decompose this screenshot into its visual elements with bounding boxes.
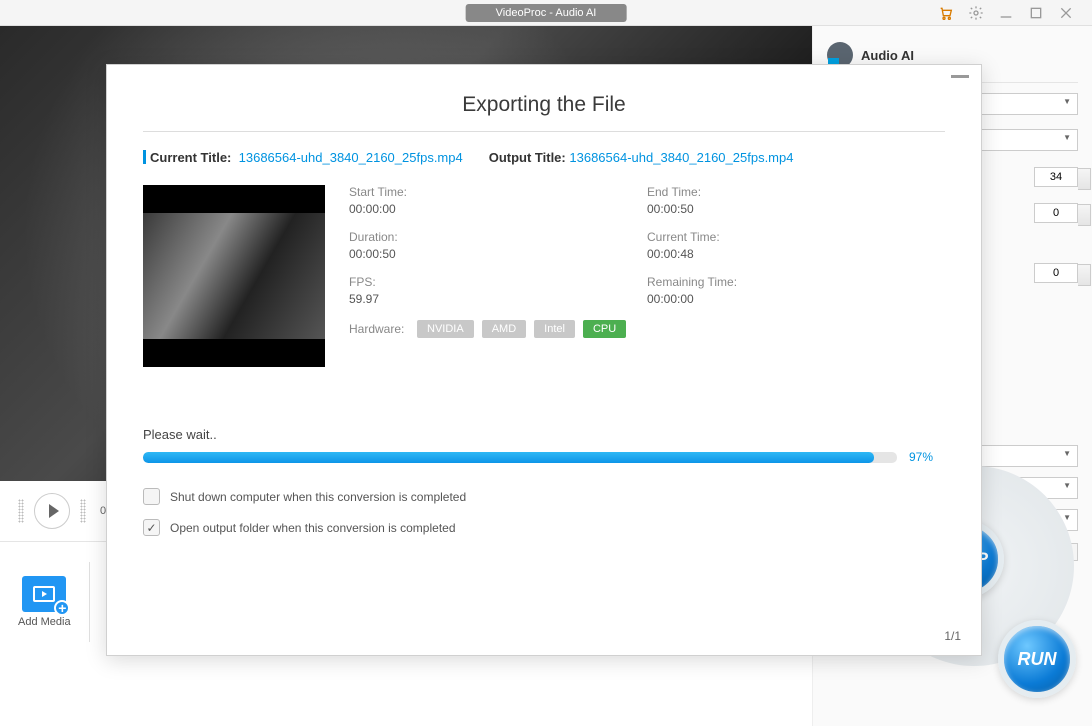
minimize-icon[interactable]: [998, 5, 1014, 21]
page-counter: 1/1: [944, 629, 961, 643]
maximize-icon[interactable]: [1028, 5, 1044, 21]
titlebar: VideoProc - Audio AI: [0, 0, 1092, 26]
current-time-label: Current Time:: [647, 230, 945, 244]
export-thumbnail: [143, 185, 325, 367]
output-title-label: Output Title:: [489, 150, 566, 165]
gear-icon[interactable]: [968, 5, 984, 21]
remaining-time-label: Remaining Time:: [647, 275, 945, 289]
progress-bar: [143, 452, 897, 463]
play-button[interactable]: [34, 493, 70, 529]
progress-fill: [143, 452, 874, 463]
current-time-value: 00:00:48: [647, 247, 945, 261]
end-time-value: 00:00:50: [647, 202, 945, 216]
right-panel-title: Audio AI: [861, 48, 914, 63]
open-folder-label: Open output folder when this conversion …: [170, 521, 456, 535]
output-title-value: 13686564-uhd_3840_2160_25fps.mp4: [569, 150, 793, 165]
add-media-icon: +: [22, 576, 66, 612]
export-dialog: Exporting the File Current Title: 136865…: [106, 64, 982, 656]
open-folder-checkbox[interactable]: [143, 519, 160, 536]
start-time-label: Start Time:: [349, 185, 647, 199]
hw-chip-intel: Intel: [534, 320, 575, 338]
run-button[interactable]: RUN: [998, 620, 1076, 698]
value-spinner[interactable]: 0: [1034, 203, 1078, 223]
remaining-time-value: 00:00:00: [647, 292, 945, 306]
add-media-label: Add Media: [18, 616, 71, 628]
dialog-minimize-icon[interactable]: [951, 75, 969, 78]
shutdown-checkbox[interactable]: [143, 488, 160, 505]
add-media-button[interactable]: + Add Media: [18, 576, 71, 628]
current-title-label: Current Title:: [150, 150, 231, 165]
wait-label: Please wait..: [143, 427, 945, 442]
cart-icon[interactable]: [938, 5, 954, 21]
grip-icon: [18, 499, 24, 523]
fps-label: FPS:: [349, 275, 647, 289]
start-time-value: 00:00:00: [349, 202, 647, 216]
value-spinner[interactable]: 0: [1034, 263, 1078, 283]
value-spinner[interactable]: 34: [1034, 167, 1078, 187]
dialog-title: Exporting the File: [143, 93, 945, 117]
current-title-value: 13686564-uhd_3840_2160_25fps.mp4: [239, 150, 463, 165]
hw-chip-nvidia: NVIDIA: [417, 320, 474, 338]
progress-percent: 97%: [909, 450, 945, 464]
shutdown-label: Shut down computer when this conversion …: [170, 490, 466, 504]
end-time-label: End Time:: [647, 185, 945, 199]
duration-label: Duration:: [349, 230, 647, 244]
duration-value: 00:00:50: [349, 247, 647, 261]
grip-icon: [80, 499, 86, 523]
hw-chip-amd: AMD: [482, 320, 526, 338]
hardware-label: Hardware:: [349, 322, 409, 336]
close-icon[interactable]: [1058, 5, 1074, 21]
hw-chip-cpu: CPU: [583, 320, 626, 338]
fps-value: 59.97: [349, 292, 647, 306]
window-title: VideoProc - Audio AI: [466, 4, 627, 22]
